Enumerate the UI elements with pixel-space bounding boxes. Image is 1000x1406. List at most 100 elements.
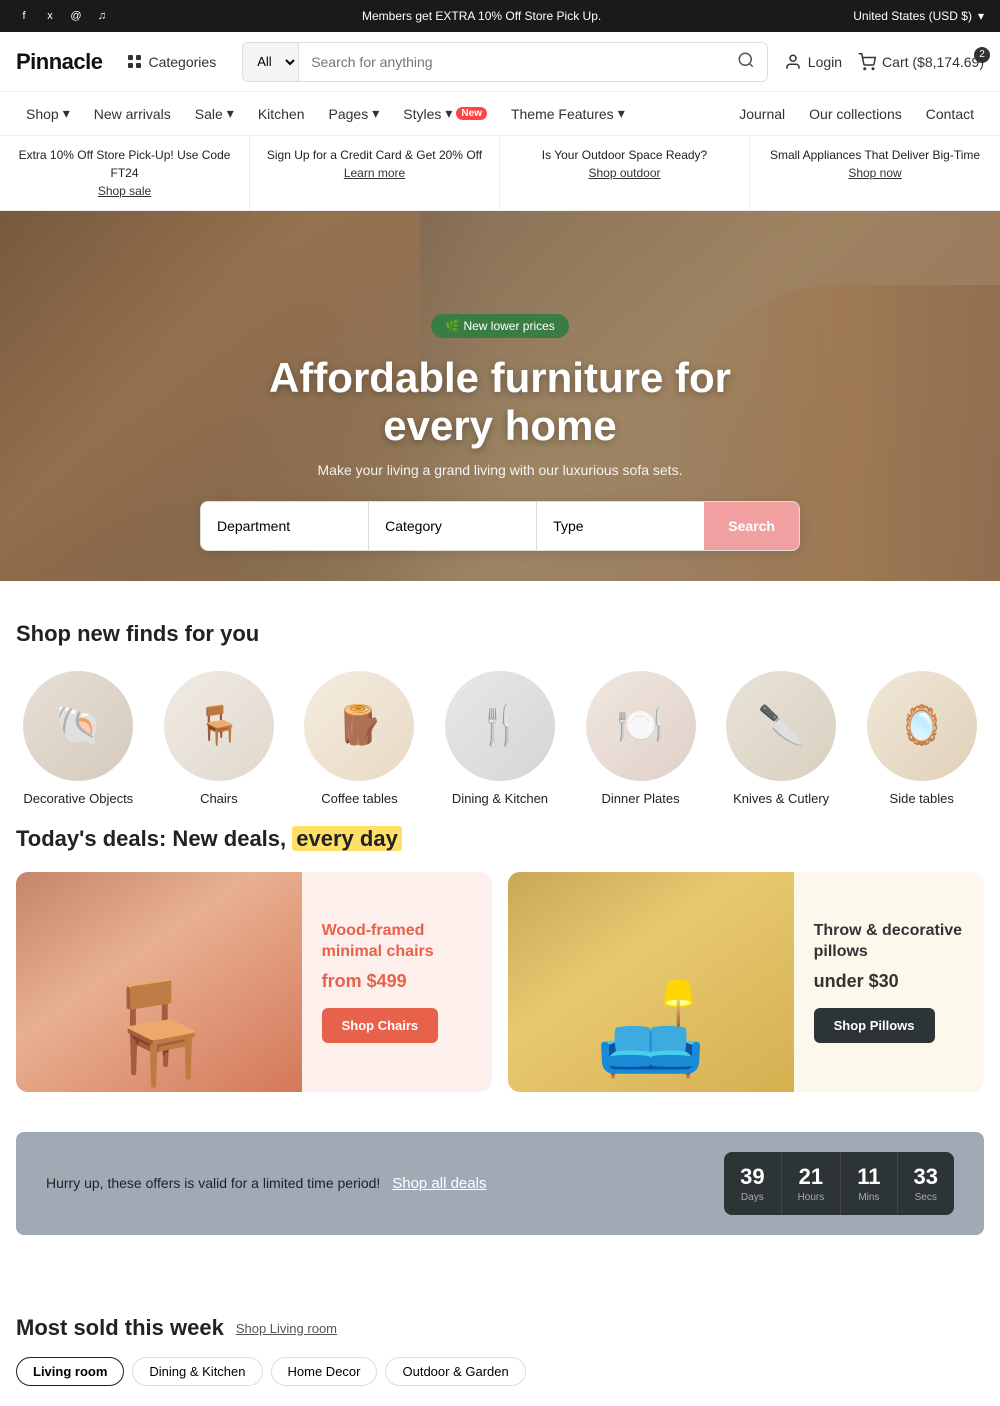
search-icon (737, 51, 755, 69)
deal-pillows-image: 🛋️ (508, 872, 794, 1092)
header: Pinnacle Categories All Login 2 Cart ($8… (0, 32, 1000, 92)
deal-pillows-price: under $30 (814, 971, 964, 992)
category-dinner-plates[interactable]: 🍽️ Dinner Plates (578, 671, 703, 806)
nav-collections[interactable]: Our collections (799, 100, 912, 128)
top-bar-region[interactable]: United States (USD $) ▾ (853, 9, 984, 23)
instagram-icon[interactable]: @ (68, 8, 84, 24)
category-knives-cutlery[interactable]: 🔪 Knives & Cutlery (719, 671, 844, 806)
search-category-select[interactable]: All (243, 43, 299, 81)
facebook-icon[interactable]: f (16, 8, 32, 24)
department-select[interactable]: Department (201, 502, 369, 550)
timer-days: 39 Days (724, 1152, 781, 1215)
new-badge: New (456, 107, 487, 120)
search-button[interactable] (725, 51, 767, 72)
decorative-objects-image: 🐚 (23, 671, 133, 781)
grid-icon (128, 55, 142, 69)
cart-icon (858, 53, 876, 71)
shop-pillows-button[interactable]: Shop Pillows (814, 1008, 935, 1043)
timer-mins: 11 Mins (841, 1152, 897, 1215)
coffee-tables-image: 🪵 (304, 671, 414, 781)
category-coffee-tables[interactable]: 🪵 Coffee tables (297, 671, 422, 806)
promo-item-1: Extra 10% Off Store Pick-Up! Use Code FT… (0, 136, 250, 210)
promo-item-4: Small Appliances That Deliver Big-Time S… (750, 136, 1000, 210)
header-actions: Login 2 Cart ($8,174.69) (784, 53, 984, 71)
category-decorative-objects[interactable]: 🐚 Decorative Objects (16, 671, 141, 806)
tiktok-icon[interactable]: ♫ (94, 8, 110, 24)
hero-subtitle: Make your living a grand living with our… (269, 462, 731, 478)
most-sold-header: Most sold this week Shop Living room (16, 1315, 984, 1341)
categories-button[interactable]: Categories (118, 48, 226, 76)
deal-chairs-content: Wood-framed minimal chairs from $499 Sho… (302, 872, 492, 1092)
shop-section-title: Shop new finds for you (16, 621, 984, 647)
countdown-timer: 39 Days 21 Hours 11 Mins 33 Secs (724, 1152, 954, 1215)
login-button[interactable]: Login (784, 53, 842, 71)
search-bar: All (242, 42, 768, 82)
category-side-tables-label: Side tables (890, 791, 954, 806)
promo-link-2[interactable]: Learn more (344, 166, 405, 180)
twitter-x-icon[interactable]: x (42, 8, 58, 24)
social-links: f x @ ♫ (16, 8, 110, 24)
shop-living-room-link[interactable]: Shop Living room (236, 1321, 337, 1336)
chevron-down-icon: ▾ (372, 105, 379, 122)
search-input[interactable] (299, 43, 725, 81)
nav-shop[interactable]: Shop ▾ (16, 99, 80, 128)
nav-journal[interactable]: Journal (729, 100, 795, 128)
top-bar: f x @ ♫ Members get EXTRA 10% Off Store … (0, 0, 1000, 32)
nav-sale[interactable]: Sale ▾ (185, 99, 244, 128)
promo-link-3[interactable]: Shop outdoor (588, 166, 660, 180)
knives-image: 🔪 (726, 671, 836, 781)
category-dining-kitchen[interactable]: 🍴 Dining & Kitchen (438, 671, 563, 806)
timer-days-label: Days (740, 1192, 764, 1203)
nav-styles[interactable]: Styles ▾ New (393, 99, 497, 128)
category-select[interactable]: Category (369, 502, 537, 550)
plates-image: 🍽️ (586, 671, 696, 781)
timer-days-number: 39 (740, 1164, 764, 1190)
tab-living-room[interactable]: Living room (16, 1357, 124, 1386)
deals-section: Today's deals: New deals, every day 🪑 Wo… (0, 826, 1000, 1132)
logo[interactable]: Pinnacle (16, 49, 102, 75)
category-side-tables[interactable]: 🪞 Side tables (859, 671, 984, 806)
chevron-down-icon: ▾ (445, 105, 452, 122)
dining-image: 🍴 (445, 671, 555, 781)
hero-content: 🌿 New lower prices Affordable furniture … (249, 294, 751, 499)
type-select[interactable]: Type (537, 502, 704, 550)
chevron-down-icon: ▾ (618, 105, 625, 122)
chairs-image: 🪑 (164, 671, 274, 781)
timer-secs-number: 33 (914, 1164, 938, 1190)
filter-search-button[interactable]: Search (704, 502, 799, 550)
most-sold-section: Most sold this week Shop Living room Liv… (0, 1275, 1000, 1406)
promo-link-1[interactable]: Shop sale (98, 184, 151, 198)
nav-theme-features[interactable]: Theme Features ▾ (501, 99, 635, 128)
top-bar-promo: Members get EXTRA 10% Off Store Pick Up. (110, 9, 853, 23)
shop-chairs-button[interactable]: Shop Chairs (322, 1008, 439, 1043)
tab-outdoor-garden[interactable]: Outdoor & Garden (385, 1357, 525, 1386)
nav-pages[interactable]: Pages ▾ (319, 99, 390, 128)
deal-chairs-price: from $499 (322, 971, 472, 992)
timer-hours-label: Hours (798, 1192, 825, 1203)
most-sold-title: Most sold this week (16, 1315, 224, 1341)
nav-right: Journal Our collections Contact (729, 100, 984, 128)
deal-pillows-content: Throw & decorative pillows under $30 Sho… (794, 872, 984, 1092)
hero-badge: 🌿 New lower prices (431, 314, 569, 338)
promo-link-4[interactable]: Shop now (848, 166, 901, 180)
nav-kitchen[interactable]: Kitchen (248, 100, 315, 128)
user-icon (784, 53, 802, 71)
pillow-icon: 🛋️ (595, 977, 707, 1092)
timer-mins-label: Mins (857, 1192, 880, 1203)
category-chairs-label: Chairs (200, 791, 238, 806)
promo-item-3: Is Your Outdoor Space Ready? Shop outdoo… (500, 136, 750, 210)
timer-secs-label: Secs (914, 1192, 938, 1203)
tab-home-decor[interactable]: Home Decor (271, 1357, 378, 1386)
category-chairs[interactable]: 🪑 Chairs (157, 671, 282, 806)
hero-search-filter: Department Category Type Search (200, 501, 800, 551)
most-sold-tabs: Living room Dining & Kitchen Home Decor … (16, 1357, 984, 1386)
nav-contact[interactable]: Contact (916, 100, 984, 128)
timer-secs: 33 Secs (898, 1152, 954, 1215)
chevron-down-icon: ▾ (978, 9, 984, 23)
timer-hours-number: 21 (798, 1164, 825, 1190)
tab-dining-kitchen[interactable]: Dining & Kitchen (132, 1357, 262, 1386)
shop-all-deals-link[interactable]: Shop all deals (392, 1175, 486, 1192)
category-knives-label: Knives & Cutlery (733, 791, 829, 806)
cart-button[interactable]: 2 Cart ($8,174.69) (858, 53, 984, 71)
nav-new-arrivals[interactable]: New arrivals (84, 100, 181, 128)
